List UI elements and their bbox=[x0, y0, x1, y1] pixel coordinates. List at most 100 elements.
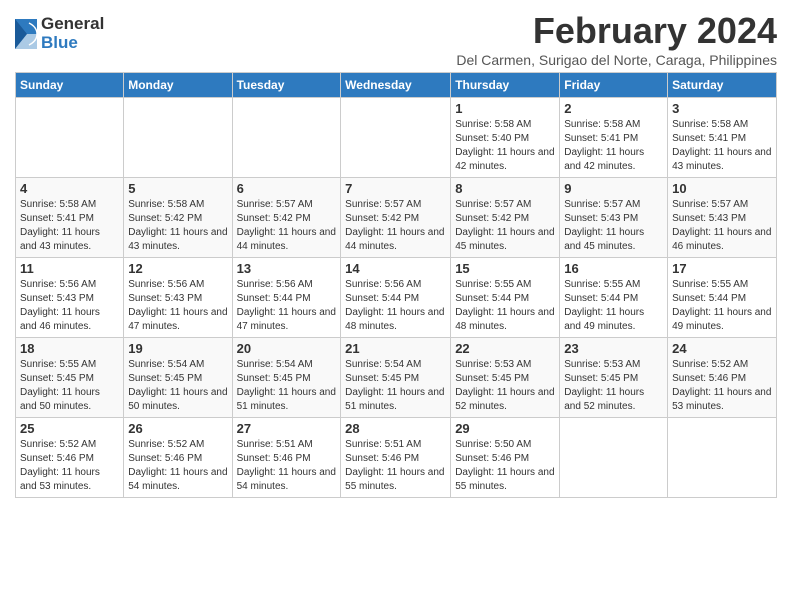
calendar-cell: 27 Sunrise: 5:51 AMSunset: 5:46 PMDayligh… bbox=[232, 418, 341, 498]
calendar-cell bbox=[16, 98, 124, 178]
calendar-cell bbox=[341, 98, 451, 178]
day-sun-info: Sunrise: 5:53 AMSunset: 5:45 PMDaylight:… bbox=[564, 358, 663, 414]
calendar-cell: 10 Sunrise: 5:57 AMSunset: 5:43 PMDayligh… bbox=[668, 178, 777, 258]
day-number: 8 bbox=[455, 181, 555, 196]
calendar-table: SundayMondayTuesdayWednesdayThursdayFrid… bbox=[15, 72, 777, 498]
day-number: 12 bbox=[128, 261, 227, 276]
calendar-cell: 11 Sunrise: 5:56 AMSunset: 5:43 PMDayligh… bbox=[16, 258, 124, 338]
day-number: 19 bbox=[128, 341, 227, 356]
day-sun-info: Sunrise: 5:54 AMSunset: 5:45 PMDaylight:… bbox=[128, 358, 227, 414]
calendar-cell: 28 Sunrise: 5:51 AMSunset: 5:46 PMDayligh… bbox=[341, 418, 451, 498]
calendar-cell: 19 Sunrise: 5:54 AMSunset: 5:45 PMDayligh… bbox=[124, 338, 232, 418]
calendar-cell: 6Sunrise: 5:57 AMSunset: 5:42 PMDaylight… bbox=[232, 178, 341, 258]
day-sun-info: Sunrise: 5:52 AMSunset: 5:46 PMDaylight:… bbox=[20, 438, 119, 494]
day-number: 10 bbox=[672, 181, 772, 196]
day-sun-info: Sunrise: 5:55 AMSunset: 5:44 PMDaylight:… bbox=[564, 278, 663, 334]
calendar-cell: 26 Sunrise: 5:52 AMSunset: 5:46 PMDayligh… bbox=[124, 418, 232, 498]
calendar-cell: 29 Sunrise: 5:50 AMSunset: 5:46 PMDayligh… bbox=[451, 418, 560, 498]
day-number: 4 bbox=[20, 181, 119, 196]
day-number: 11 bbox=[20, 261, 119, 276]
day-number: 2 bbox=[564, 101, 663, 116]
day-sun-info: Sunrise: 5:57 AMSunset: 5:43 PMDaylight:… bbox=[672, 198, 772, 254]
day-sun-info: Sunrise: 5:56 AMSunset: 5:44 PMDaylight:… bbox=[345, 278, 446, 334]
day-number: 13 bbox=[237, 261, 337, 276]
day-number: 24 bbox=[672, 341, 772, 356]
day-header-wednesday: Wednesday bbox=[341, 73, 451, 98]
calendar-cell: 5Sunrise: 5:58 AMSunset: 5:42 PMDaylight… bbox=[124, 178, 232, 258]
day-header-thursday: Thursday bbox=[451, 73, 560, 98]
day-sun-info: Sunrise: 5:54 AMSunset: 5:45 PMDaylight:… bbox=[345, 358, 446, 414]
calendar-week-row: 4Sunrise: 5:58 AMSunset: 5:41 PMDaylight… bbox=[16, 178, 777, 258]
day-sun-info: Sunrise: 5:57 AMSunset: 5:42 PMDaylight:… bbox=[455, 198, 555, 254]
calendar-cell: 24 Sunrise: 5:52 AMSunset: 5:46 PMDayligh… bbox=[668, 338, 777, 418]
day-number: 5 bbox=[128, 181, 227, 196]
day-number: 27 bbox=[237, 421, 337, 436]
day-sun-info: Sunrise: 5:55 AMSunset: 5:44 PMDaylight:… bbox=[455, 278, 555, 334]
calendar-cell: 16 Sunrise: 5:55 AMSunset: 5:44 PMDayligh… bbox=[560, 258, 668, 338]
calendar-cell: 3 Sunrise: 5:58 AMSunset: 5:41 PMDaylight… bbox=[668, 98, 777, 178]
day-header-sunday: Sunday bbox=[16, 73, 124, 98]
day-sun-info: Sunrise: 5:50 AMSunset: 5:46 PMDaylight:… bbox=[455, 438, 555, 494]
calendar-header-row: SundayMondayTuesdayWednesdayThursdayFrid… bbox=[16, 73, 777, 98]
day-sun-info: Sunrise: 5:56 AMSunset: 5:43 PMDaylight:… bbox=[20, 278, 119, 334]
day-sun-info: Sunrise: 5:54 AMSunset: 5:45 PMDaylight:… bbox=[237, 358, 337, 414]
day-sun-info: Sunrise: 5:52 AMSunset: 5:46 PMDaylight:… bbox=[672, 358, 772, 414]
day-number: 16 bbox=[564, 261, 663, 276]
day-number: 29 bbox=[455, 421, 555, 436]
day-sun-info: Sunrise: 5:58 AMSunset: 5:41 PMDaylight:… bbox=[564, 118, 663, 174]
day-number: 17 bbox=[672, 261, 772, 276]
calendar-cell: 13 Sunrise: 5:56 AMSunset: 5:44 PMDayligh… bbox=[232, 258, 341, 338]
day-sun-info: Sunrise: 5:51 AMSunset: 5:46 PMDaylight:… bbox=[345, 438, 446, 494]
day-sun-info: Sunrise: 5:56 AMSunset: 5:43 PMDaylight:… bbox=[128, 278, 227, 334]
logo-general: General bbox=[41, 15, 104, 34]
day-header-friday: Friday bbox=[560, 73, 668, 98]
day-number: 14 bbox=[345, 261, 446, 276]
calendar-cell bbox=[232, 98, 341, 178]
calendar-cell: 20 Sunrise: 5:54 AMSunset: 5:45 PMDayligh… bbox=[232, 338, 341, 418]
day-number: 7 bbox=[345, 181, 446, 196]
logo-icon bbox=[15, 19, 37, 49]
calendar-cell: 17 Sunrise: 5:55 AMSunset: 5:44 PMDayligh… bbox=[668, 258, 777, 338]
day-number: 3 bbox=[672, 101, 772, 116]
calendar-week-row: 25 Sunrise: 5:52 AMSunset: 5:46 PMDayligh… bbox=[16, 418, 777, 498]
day-header-saturday: Saturday bbox=[668, 73, 777, 98]
header: General Blue February 2024 Del Carmen, S… bbox=[15, 10, 777, 68]
day-sun-info: Sunrise: 5:52 AMSunset: 5:46 PMDaylight:… bbox=[128, 438, 227, 494]
logo-blue: Blue bbox=[41, 34, 104, 53]
day-sun-info: Sunrise: 5:57 AMSunset: 5:42 PMDaylight:… bbox=[345, 198, 446, 254]
calendar-week-row: 1Sunrise: 5:58 AMSunset: 5:40 PMDaylight… bbox=[16, 98, 777, 178]
calendar-cell: 4Sunrise: 5:58 AMSunset: 5:41 PMDaylight… bbox=[16, 178, 124, 258]
month-title: February 2024 bbox=[456, 10, 777, 52]
logo: General Blue bbox=[15, 10, 104, 52]
day-sun-info: Sunrise: 5:58 AMSunset: 5:41 PMDaylight:… bbox=[672, 118, 772, 174]
calendar-cell: 14 Sunrise: 5:56 AMSunset: 5:44 PMDayligh… bbox=[341, 258, 451, 338]
calendar-cell: 15Sunrise: 5:55 AMSunset: 5:44 PMDayligh… bbox=[451, 258, 560, 338]
day-number: 28 bbox=[345, 421, 446, 436]
calendar-cell: 7 Sunrise: 5:57 AMSunset: 5:42 PMDaylight… bbox=[341, 178, 451, 258]
calendar-cell: 21 Sunrise: 5:54 AMSunset: 5:45 PMDayligh… bbox=[341, 338, 451, 418]
calendar-cell: 8 Sunrise: 5:57 AMSunset: 5:42 PMDaylight… bbox=[451, 178, 560, 258]
day-number: 22 bbox=[455, 341, 555, 356]
location-title: Del Carmen, Surigao del Norte, Caraga, P… bbox=[456, 52, 777, 68]
calendar-cell: 23 Sunrise: 5:53 AMSunset: 5:45 PMDayligh… bbox=[560, 338, 668, 418]
calendar-cell bbox=[124, 98, 232, 178]
day-sun-info: Sunrise: 5:55 AMSunset: 5:44 PMDaylight:… bbox=[672, 278, 772, 334]
calendar-week-row: 18Sunrise: 5:55 AMSunset: 5:45 PMDayligh… bbox=[16, 338, 777, 418]
day-number: 26 bbox=[128, 421, 227, 436]
day-sun-info: Sunrise: 5:57 AMSunset: 5:42 PMDaylight:… bbox=[237, 198, 337, 254]
title-area: February 2024 Del Carmen, Surigao del No… bbox=[456, 10, 777, 68]
day-number: 23 bbox=[564, 341, 663, 356]
calendar-cell: 25 Sunrise: 5:52 AMSunset: 5:46 PMDayligh… bbox=[16, 418, 124, 498]
day-sun-info: Sunrise: 5:57 AMSunset: 5:43 PMDaylight:… bbox=[564, 198, 663, 254]
calendar-week-row: 11 Sunrise: 5:56 AMSunset: 5:43 PMDayligh… bbox=[16, 258, 777, 338]
calendar-cell: 1Sunrise: 5:58 AMSunset: 5:40 PMDaylight… bbox=[451, 98, 560, 178]
calendar-cell bbox=[668, 418, 777, 498]
calendar-cell bbox=[560, 418, 668, 498]
day-sun-info: Sunrise: 5:53 AMSunset: 5:45 PMDaylight:… bbox=[455, 358, 555, 414]
day-number: 25 bbox=[20, 421, 119, 436]
day-number: 20 bbox=[237, 341, 337, 356]
day-sun-info: Sunrise: 5:51 AMSunset: 5:46 PMDaylight:… bbox=[237, 438, 337, 494]
day-sun-info: Sunrise: 5:56 AMSunset: 5:44 PMDaylight:… bbox=[237, 278, 337, 334]
calendar-cell: 12 Sunrise: 5:56 AMSunset: 5:43 PMDayligh… bbox=[124, 258, 232, 338]
day-number: 21 bbox=[345, 341, 446, 356]
